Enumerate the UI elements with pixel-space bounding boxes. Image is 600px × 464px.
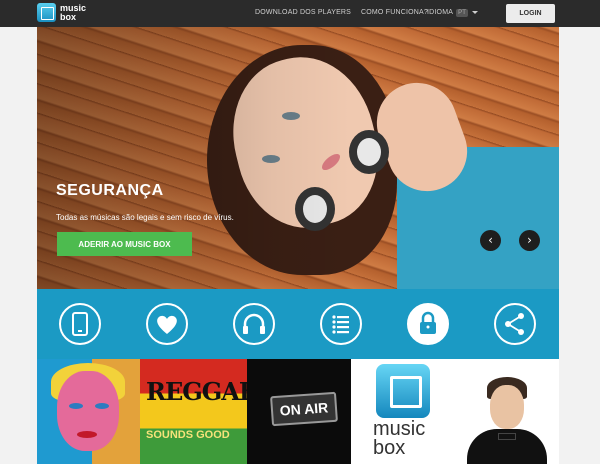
brand-name-line2: box [60, 11, 77, 22]
brand-name: music box [373, 419, 425, 459]
join-music-box-button[interactable]: ADERIR AO MUSIC BOX [57, 232, 192, 256]
feature-icon-bar [37, 289, 559, 359]
feature-playlists[interactable] [320, 303, 362, 345]
brand-logo[interactable]: music box [37, 3, 86, 22]
slider-next-button[interactable]: › [519, 230, 540, 251]
music-box-logo-icon [376, 364, 430, 418]
headphones-icon [243, 313, 265, 334]
brand-name: music box [60, 3, 86, 22]
music-box-logo-icon [37, 3, 56, 22]
reggae-text: REGGAE [146, 377, 247, 406]
feature-share[interactable] [494, 303, 536, 345]
hero-slider: SEGURANÇA Todas as músicas são legais e … [37, 27, 559, 289]
nav-link-download-players[interactable]: DOWNLOAD DOS PLAYERS [255, 9, 351, 16]
phone-icon [72, 312, 88, 336]
feature-favorites[interactable] [146, 303, 188, 345]
list-icon [332, 315, 349, 334]
on-air-sign: ON AIR [270, 391, 338, 427]
feature-phone[interactable] [59, 303, 101, 345]
slider-prev-button[interactable]: ‹ [480, 230, 501, 251]
hero-title: SEGURANÇA [56, 182, 164, 199]
language-code-badge: PT [456, 9, 469, 17]
chevron-down-icon [472, 10, 479, 14]
feature-listen[interactable] [233, 303, 275, 345]
album-tile-pop-art[interactable] [37, 359, 140, 464]
language-label: IDIOMA [427, 9, 454, 16]
music-box-brand-tile[interactable]: music box [351, 359, 455, 464]
album-tile-reggae[interactable]: REGGAE SOUNDS GOOD [140, 359, 247, 464]
album-tile-artist[interactable] [455, 359, 559, 464]
album-tiles: REGGAE SOUNDS GOOD ON AIR music box [37, 359, 559, 464]
hero-subtitle: Todas as músicas são legais e sem risco … [56, 213, 234, 222]
language-selector[interactable]: IDIOMA PT [427, 9, 479, 17]
nav-link-how-it-works[interactable]: COMO FUNCIONA? [361, 9, 428, 16]
heart-icon [157, 315, 177, 334]
brand-name-line2: box [373, 437, 406, 459]
sounds-good-text: SOUNDS GOOD [146, 429, 230, 441]
top-navbar: music box DOWNLOAD DOS PLAYERS COMO FUNC… [0, 0, 600, 27]
feature-security[interactable] [407, 303, 449, 345]
login-button[interactable]: LOGIN [506, 4, 555, 23]
lock-icon [420, 311, 436, 334]
album-tile-on-air[interactable]: ON AIR [247, 359, 351, 464]
share-icon [505, 313, 524, 335]
bow-tie [498, 433, 516, 440]
